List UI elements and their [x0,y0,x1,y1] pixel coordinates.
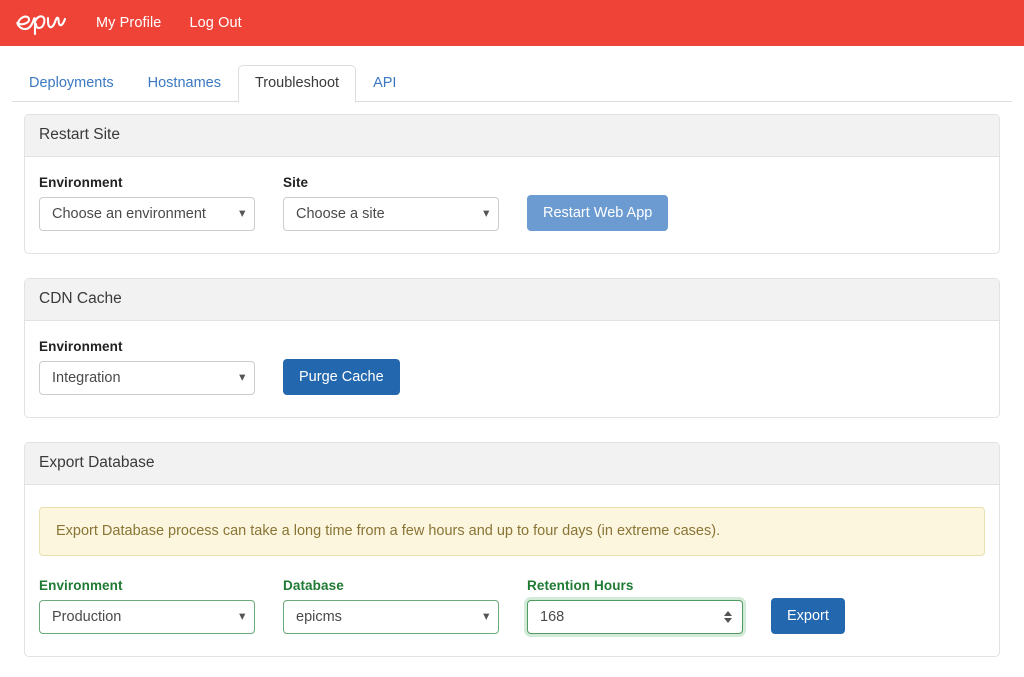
page-content: Restart Site Environment Choose an envir… [0,102,1024,657]
panel-body-export-database: Export Database process can take a long … [25,485,999,656]
panel-cdn-cache: CDN Cache Environment Integration ▾ Purg… [24,278,1000,418]
restart-site-site-field: Site Choose a site ▾ [283,175,499,231]
cdn-cache-environment-label: Environment [39,339,255,354]
export-database-retention-label: Retention Hours [527,578,743,593]
purge-cache-button[interactable]: Purge Cache [283,359,400,395]
restart-site-site-label: Site [283,175,499,190]
export-database-form-row: Environment Production ▾ Database epicms [39,578,985,634]
cdn-cache-environment-field: Environment Integration ▾ [39,339,255,395]
panel-body-cdn-cache: Environment Integration ▾ Purge Cache [25,321,999,417]
restart-site-site-select-wrap: Choose a site ▾ [283,197,499,231]
restart-site-environment-select[interactable]: Choose an environment [39,197,255,231]
epi-logo[interactable] [14,7,70,39]
tab-bar: Deployments Hostnames Troubleshoot API [0,46,1024,102]
export-database-environment-field: Environment Production ▾ [39,578,255,634]
export-database-warning-banner: Export Database process can take a long … [39,507,985,556]
panel-body-restart-site: Environment Choose an environment ▾ Site… [25,157,999,253]
restart-site-site-select[interactable]: Choose a site [283,197,499,231]
retention-hours-wrap [527,600,743,634]
tab-api[interactable]: API [356,65,413,103]
number-stepper-icon[interactable] [724,611,732,623]
tab-troubleshoot[interactable]: Troubleshoot [238,65,356,103]
panel-title-export-database: Export Database [25,443,999,485]
export-database-environment-select-wrap: Production ▾ [39,600,255,634]
export-database-database-select[interactable]: epicms [283,600,499,634]
restart-site-environment-field: Environment Choose an environment ▾ [39,175,255,231]
cdn-cache-form-row: Environment Integration ▾ Purge Cache [39,339,985,395]
stepper-down-icon[interactable] [724,618,732,623]
export-database-database-field: Database epicms ▾ [283,578,499,634]
panel-export-database: Export Database Export Database process … [24,442,1000,657]
tab-deployments[interactable]: Deployments [12,65,131,103]
restart-site-form-row: Environment Choose an environment ▾ Site… [39,175,985,231]
nav-link-my-profile[interactable]: My Profile [96,0,161,46]
restart-site-environment-label: Environment [39,175,255,190]
panel-title-cdn-cache: CDN Cache [25,279,999,321]
cdn-cache-environment-select[interactable]: Integration [39,361,255,395]
stepper-up-icon[interactable] [724,611,732,616]
panel-title-restart-site: Restart Site [25,115,999,157]
cdn-cache-environment-select-wrap: Integration ▾ [39,361,255,395]
export-database-environment-select[interactable]: Production [39,600,255,634]
top-header-bar: My Profile Log Out [0,0,1024,46]
export-database-database-label: Database [283,578,499,593]
nav-link-log-out[interactable]: Log Out [189,0,241,46]
restart-site-environment-select-wrap: Choose an environment ▾ [39,197,255,231]
restart-web-app-button[interactable]: Restart Web App [527,195,668,231]
export-database-retention-field: Retention Hours [527,578,743,634]
export-database-environment-label: Environment [39,578,255,593]
retention-hours-input[interactable] [527,600,743,634]
top-nav: My Profile Log Out [96,0,242,46]
export-database-database-select-wrap: epicms ▾ [283,600,499,634]
tab-hostnames[interactable]: Hostnames [131,65,238,103]
panel-restart-site: Restart Site Environment Choose an envir… [24,114,1000,254]
export-button[interactable]: Export [771,598,845,634]
